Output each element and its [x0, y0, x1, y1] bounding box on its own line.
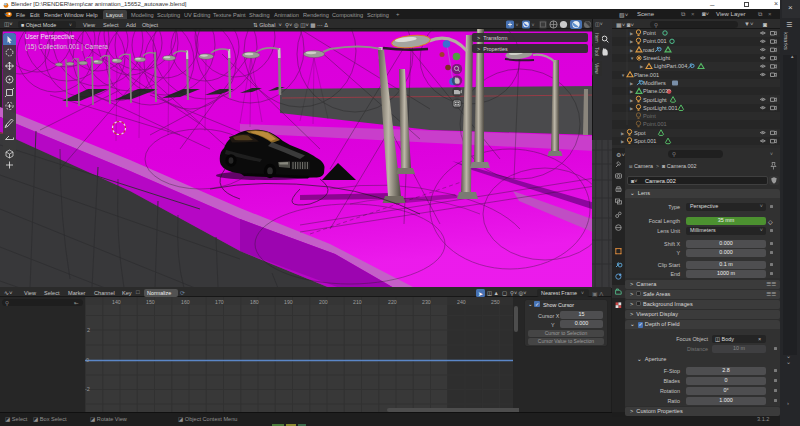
svg-text:˅: ˅: [532, 22, 535, 28]
svg-text:˅: ˅: [516, 22, 519, 28]
